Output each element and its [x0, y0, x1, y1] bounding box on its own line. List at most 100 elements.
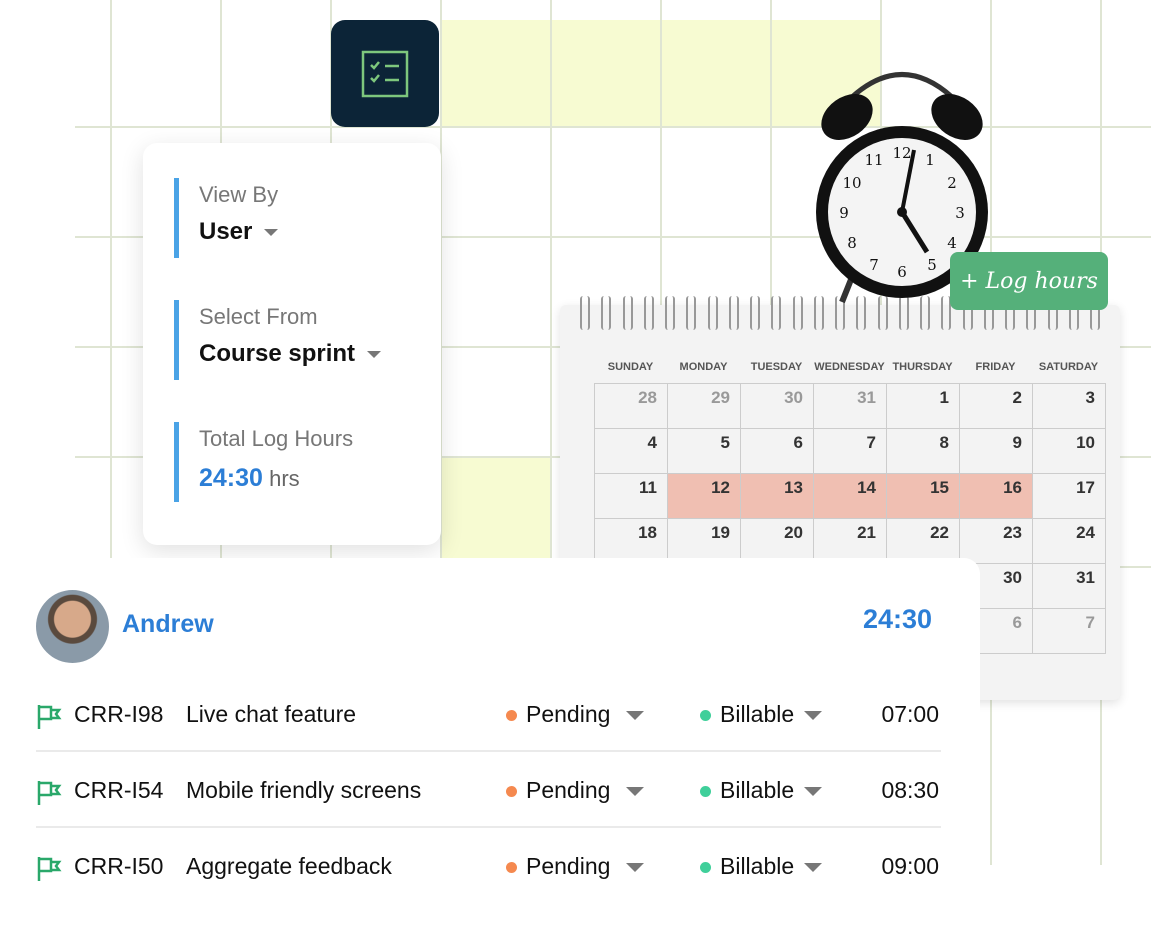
svg-text:8: 8	[847, 234, 857, 252]
user-total-hours: 24:30	[863, 604, 933, 634]
caret-down-icon	[804, 787, 823, 797]
calendar-day: 16	[959, 473, 1033, 519]
view-by-dropdown[interactable]: View By User	[174, 178, 279, 258]
total-log-hours: Total Log Hours 24:30 hrs	[174, 422, 353, 502]
svg-text:1: 1	[925, 151, 935, 169]
status-dropdown[interactable]: Pending	[506, 828, 645, 904]
caret-down-icon	[367, 351, 382, 359]
caret-down-icon	[264, 229, 279, 237]
weekday-label: WEDNESDAY	[814, 361, 885, 373]
status-dropdown[interactable]: Pending	[506, 752, 645, 828]
task-row[interactable]: CRR-I50 Aggregate feedback Pending Billa…	[36, 828, 941, 904]
weekday-label: SATURDAY	[1038, 361, 1099, 373]
calendar-day: 20	[740, 518, 814, 564]
calendar-day: 5	[667, 428, 741, 474]
calendar-day: 15	[886, 473, 960, 519]
svg-text:4: 4	[947, 234, 957, 252]
status-value: Pending	[526, 701, 611, 727]
billing-value: Billable	[720, 701, 795, 727]
billing-value: Billable	[720, 777, 795, 803]
weekday-label: FRIDAY	[975, 361, 1016, 373]
svg-text:2: 2	[947, 174, 957, 192]
user-timesheet-card: Andrew 24:30 CRR-I98 Live chat feature P…	[0, 558, 980, 925]
task-title[interactable]: Mobile friendly screens	[186, 752, 421, 828]
calendar-day: 17	[1032, 473, 1106, 519]
flag-icon	[36, 676, 62, 752]
task-row[interactable]: CRR-I54 Mobile friendly screens Pending …	[36, 752, 941, 828]
calendar-day: 10	[1032, 428, 1106, 474]
task-time: 08:30	[881, 777, 939, 803]
billing-dropdown[interactable]: Billable	[700, 752, 823, 828]
svg-text:9: 9	[839, 204, 849, 222]
weekday-label: MONDAY	[679, 361, 728, 373]
calendar-day: 4	[594, 428, 668, 474]
total-log-label: Total Log Hours	[199, 426, 354, 451]
calendar-day: 22	[886, 518, 960, 564]
status-dot-icon	[506, 710, 517, 722]
calendar-day: 1	[886, 383, 960, 429]
calendar-day: 18	[594, 518, 668, 564]
filter-panel: View By User Select From Course sprint T…	[143, 143, 441, 545]
task-id: CRR-I98	[74, 701, 164, 727]
billing-dropdown[interactable]: Billable	[700, 828, 823, 904]
svg-text:12: 12	[892, 144, 911, 162]
svg-text:7: 7	[869, 256, 879, 274]
task-title[interactable]: Live chat feature	[186, 676, 356, 752]
svg-text:5: 5	[927, 256, 937, 274]
caret-down-icon	[626, 863, 645, 873]
select-from-label: Select From	[199, 304, 318, 329]
calendar-day: 24	[1032, 518, 1106, 564]
status-dropdown[interactable]: Pending	[506, 676, 645, 752]
flag-icon	[36, 752, 62, 828]
task-id: CRR-I54	[74, 777, 164, 803]
calendar-day: 7	[813, 428, 887, 474]
select-from-dropdown[interactable]: Select From Course sprint	[174, 300, 382, 380]
calendar-day: 23	[959, 518, 1033, 564]
total-log-unit: hrs	[269, 466, 300, 491]
calendar-day: 29	[667, 383, 741, 429]
view-by-label: View By	[199, 182, 279, 207]
weekday-label: THURSDAY	[892, 361, 953, 373]
task-id: CRR-I50	[74, 853, 164, 879]
flag-icon	[36, 828, 62, 904]
calendar-day: 7	[1032, 608, 1106, 654]
calendar-day: 21	[813, 518, 887, 564]
avatar	[36, 590, 109, 663]
checklist-app-icon	[331, 20, 439, 127]
svg-text:10: 10	[842, 174, 861, 192]
task-title[interactable]: Aggregate feedback	[186, 828, 392, 904]
user-name[interactable]: Andrew	[122, 610, 214, 639]
calendar-day: 12	[667, 473, 741, 519]
calendar-day: 31	[1032, 563, 1106, 609]
status-value: Pending	[526, 853, 611, 879]
billing-dropdown[interactable]: Billable	[700, 676, 823, 752]
select-from-value: Course sprint	[199, 340, 356, 367]
status-dot-icon	[506, 862, 517, 874]
calendar-day: 30	[740, 383, 814, 429]
calendar-day: 8	[886, 428, 960, 474]
task-row[interactable]: CRR-I98 Live chat feature Pending Billab…	[36, 676, 941, 752]
svg-text:6: 6	[897, 263, 907, 281]
caret-down-icon	[626, 787, 645, 797]
task-time: 09:00	[881, 853, 939, 879]
calendar-day: 13	[740, 473, 814, 519]
task-time: 07:00	[881, 701, 939, 727]
caret-down-icon	[804, 863, 823, 873]
calendar-day: 9	[959, 428, 1033, 474]
caret-down-icon	[626, 711, 645, 721]
billing-value: Billable	[720, 853, 795, 879]
billing-dot-icon	[700, 862, 711, 874]
status-dot-icon	[506, 786, 517, 798]
calendar-day: 11	[594, 473, 668, 519]
weekday-label: TUESDAY	[750, 361, 803, 373]
total-log-value: 24:30	[199, 464, 263, 492]
calendar-day: 31	[813, 383, 887, 429]
billing-dot-icon	[700, 710, 711, 722]
caret-down-icon	[804, 711, 823, 721]
calendar-day: 6	[740, 428, 814, 474]
view-by-value: User	[199, 218, 253, 245]
calendar-day: 14	[813, 473, 887, 519]
calendar-day: 3	[1032, 383, 1106, 429]
log-hours-button[interactable]: + Log hours	[950, 252, 1108, 310]
status-value: Pending	[526, 777, 611, 803]
